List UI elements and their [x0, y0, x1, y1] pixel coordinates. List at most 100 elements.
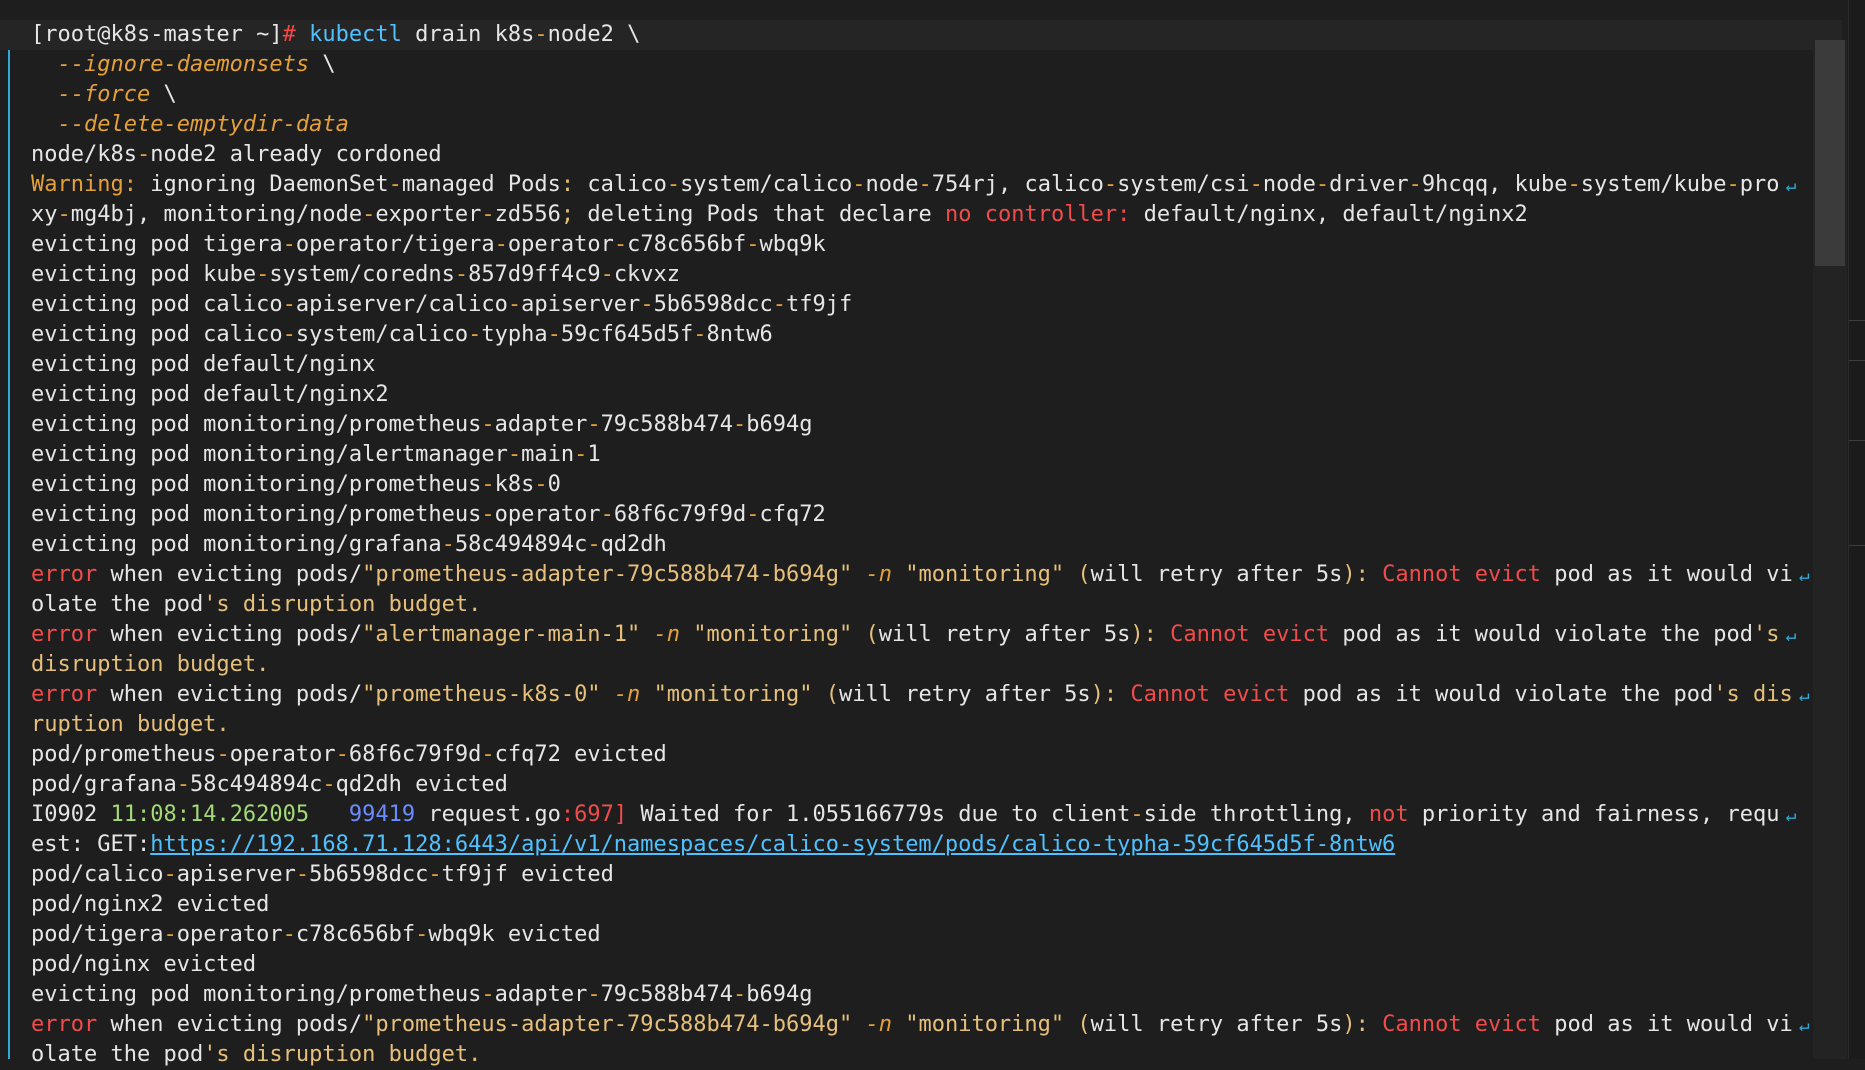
line-segment: when evicting pods/ [97, 562, 363, 587]
line-segment: 58c494894c [189, 772, 323, 797]
line-segment: wbq9k [759, 232, 826, 257]
line-segment: pod as it would vi [1541, 1012, 1793, 1037]
line-segment: - [481, 742, 495, 767]
vertical-scrollbar-thumb[interactable] [1815, 40, 1845, 266]
line-segment: - [600, 262, 614, 287]
line-segment: node [865, 172, 919, 197]
line-segment: pod/nginx2 evicted [31, 892, 270, 917]
line-segment: pod/prometheus [31, 742, 217, 767]
line-segment: ): [1130, 622, 1157, 647]
line-segment: ( [865, 622, 879, 647]
line-segment: - [282, 232, 296, 257]
line-segment: - [415, 922, 429, 947]
line-segment: qd2dh evicted [335, 772, 508, 797]
terminal-line: pod/prometheus-operator-68f6c79f9d-cfq72… [31, 740, 1811, 770]
line-segment: apiserver [521, 292, 641, 317]
terminal-output[interactable]: [root@k8s-master ~]# kubectl drain k8s-n… [0, 20, 1842, 1070]
terminal-line: error when evicting pods/"prometheus-ada… [31, 1010, 1811, 1040]
line-segment: evicting pod default/nginx [31, 352, 376, 377]
line-segment: error [31, 622, 98, 647]
line-segment: node/k8s [31, 142, 137, 167]
terminal-line: evicting pod monitoring/prometheus-k8s-0 [31, 470, 1811, 500]
terminal-line: pod/nginx2 evicted [31, 890, 1811, 920]
line-segment: - [163, 862, 177, 887]
line-segment: - [640, 292, 654, 317]
terminal-line: olate the pod's disruption budget. [31, 590, 1811, 620]
scroll-mark [1849, 320, 1865, 321]
terminal-line: evicting pod tigera-operator/tigera-oper… [31, 230, 1811, 260]
line-wrap-icon: ↵ [1785, 175, 1797, 196]
line-segment: 68f6c79f9d [348, 742, 482, 767]
line-segment: 754rj, calico [931, 172, 1104, 197]
terminal-line: evicting pod monitoring/prometheus-opera… [31, 500, 1811, 530]
line-wrap-icon: ↵ [1798, 685, 1810, 706]
terminal-line: pod/grafana-58c494894c-qd2dh evicted [31, 770, 1811, 800]
line-segment: pod as it would violate the pod [1289, 682, 1714, 707]
terminal-line: evicting pod kube-system/coredns-857d9ff… [31, 260, 1811, 290]
terminal-line: disruption budget. [31, 650, 1811, 680]
line-segment: 1 [587, 442, 601, 467]
line-segment: - [693, 322, 707, 347]
terminal-line: evicting pod calico-system/calico-typha-… [31, 320, 1811, 350]
line-segment: -n [613, 682, 641, 707]
line-segment: - [852, 172, 866, 197]
terminal-line: --force \ [31, 80, 1811, 110]
line-segment: c78c656bf [627, 232, 747, 257]
line-segment: evicting pod monitoring/prometheus [31, 502, 482, 527]
line-segment: \ [150, 82, 177, 107]
terminal-line: olate the pod's disruption budget. [31, 1040, 1811, 1070]
terminal-line: error when evicting pods/"alertmanager-m… [31, 620, 1811, 650]
line-segment: evicting pod monitoring/prometheus [31, 472, 482, 497]
line-segment: -n [653, 622, 681, 647]
line-segment: operator/tigera [295, 232, 495, 257]
line-segment: 79c588b474 [600, 982, 734, 1007]
line-segment: I0902 [31, 802, 111, 827]
line-segment: Cannot evict [1117, 682, 1290, 707]
line-segment: 0 [547, 472, 561, 497]
terminal-line: error when evicting pods/"prometheus-k8s… [31, 680, 1811, 710]
line-segment: drain k8s [401, 22, 535, 47]
line-segment: - [733, 412, 747, 437]
line-segment [640, 622, 653, 647]
line-wrap-icon: ↵ [1785, 625, 1797, 646]
terminal-line: --delete-emptydir-data [31, 110, 1811, 140]
line-segment: - [574, 442, 588, 467]
line-segment: 's dis [1713, 682, 1793, 707]
line-segment: [root@k8s-master ~] [31, 22, 283, 47]
line-segment: system/coredns [269, 262, 455, 287]
terminal-window[interactable]: [root@k8s-master ~]# kubectl drain k8s-n… [0, 0, 1865, 1067]
line-segment: Cannot evict [1156, 622, 1330, 647]
line-segment: calico [574, 172, 667, 197]
window-right-edge [1848, 0, 1865, 1059]
terminal-line: ruption budget. [31, 710, 1811, 740]
line-segment: - [547, 322, 561, 347]
line-segment: "prometheus-k8s-0" [362, 682, 601, 707]
line-segment: - [587, 412, 601, 437]
line-segment: - [388, 172, 402, 197]
line-segment: - [666, 172, 681, 197]
line-segment: - [1726, 172, 1740, 197]
line-segment: ): [1342, 1012, 1369, 1037]
line-segment: - [772, 292, 787, 317]
line-segment: error [31, 1012, 98, 1037]
line-segment: disruption budget. [31, 652, 270, 677]
url-link[interactable]: https://192.168.71.128:6443/api/v1/names… [150, 832, 1395, 857]
terminal-line: I0902 11:08:14.262005 99419 request.go:6… [31, 800, 1811, 830]
line-segment: kubectl [309, 22, 402, 47]
line-segment: - [613, 232, 628, 257]
line-segment: evicting pod kube [31, 262, 257, 287]
scroll-mark [1849, 545, 1865, 546]
line-segment: qd2dh [600, 532, 667, 557]
line-segment: tf9jf [786, 292, 853, 317]
line-segment: "monitoring" [905, 1012, 1065, 1037]
line-segment: b694g [746, 412, 813, 437]
line-segment: main [521, 442, 575, 467]
line-segment: --force [31, 82, 151, 107]
terminal-line: pod/tigera-operator-c78c656bf-wbq9k evic… [31, 920, 1811, 950]
line-segment: tf9jf evicted [441, 862, 614, 887]
line-segment: - [534, 472, 548, 497]
line-segment: 99419 [348, 802, 416, 827]
line-segment: 857d9ff4c9 [468, 262, 601, 287]
line-segment: :697 [560, 802, 614, 827]
terminal-line: node/k8s-node2 already cordoned [31, 140, 1811, 170]
